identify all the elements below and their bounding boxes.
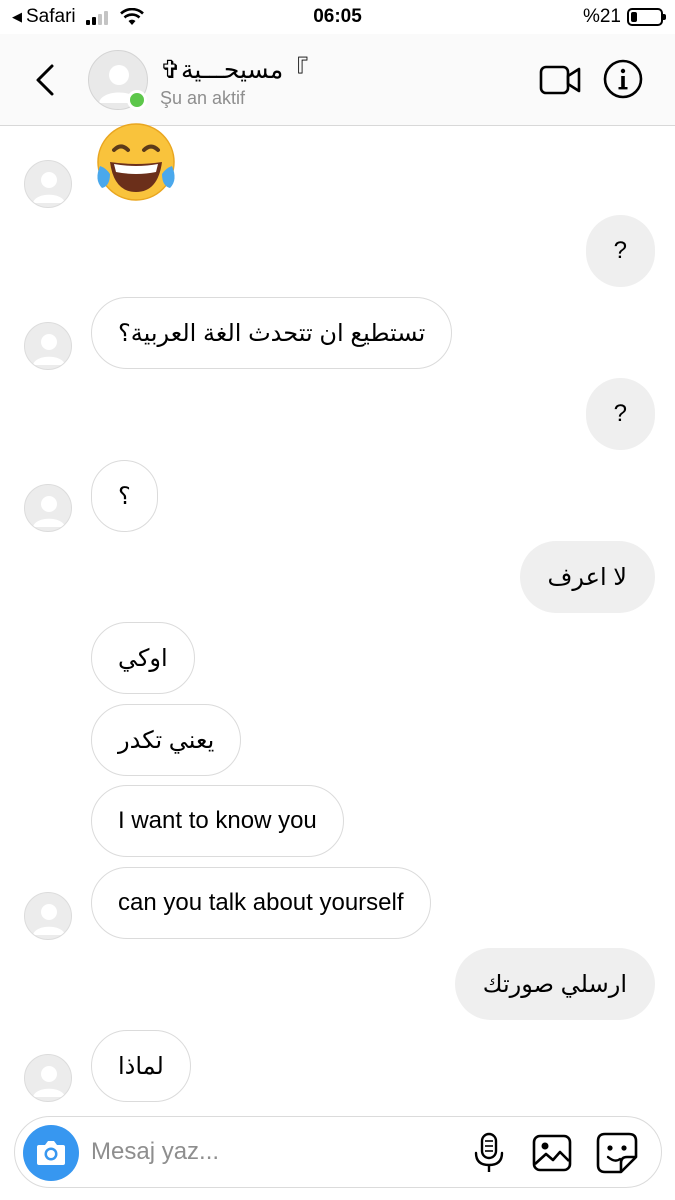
message-bubble-outgoing[interactable]: لا اعرف (519, 541, 655, 613)
contact-name[interactable]: ✞مسيحـــية『 (160, 50, 308, 86)
message-bubble-incoming[interactable]: اوكي (91, 622, 195, 694)
status-bar: ◀ Safari 06:05 %21 (0, 0, 675, 34)
avatar-placeholder-icon (33, 1066, 65, 1097)
message-text: لماذا (118, 1052, 164, 1080)
tears-of-joy-emoji[interactable] (92, 122, 180, 206)
info-icon[interactable] (602, 58, 644, 100)
message-text: I want to know you (118, 807, 317, 834)
message-text: تستطيع ان تتحدث الغة العربية؟ (118, 319, 426, 347)
message-bubble-incoming[interactable]: يعني تكدر (91, 704, 242, 776)
battery-icon (627, 8, 666, 26)
message-bubble-outgoing[interactable]: ارسلي صورتك (454, 948, 655, 1020)
message-bubble-outgoing[interactable]: ? (585, 215, 655, 287)
chevron-left-icon[interactable] (28, 58, 68, 102)
microphone-icon[interactable] (471, 1131, 507, 1175)
battery-status: %21 (582, 6, 666, 28)
message-text: ارسلي صورتك (482, 970, 627, 998)
battery-fill (631, 12, 637, 22)
message-input[interactable] (91, 1135, 431, 1169)
message-bubble-incoming[interactable]: لماذا (91, 1030, 191, 1102)
avatar-placeholder-icon (33, 334, 65, 365)
video-camera-icon[interactable] (538, 62, 582, 98)
sender-avatar[interactable] (24, 322, 72, 370)
battery-percent: %21 (582, 6, 621, 27)
message-bubble-incoming[interactable]: can you talk about yourself (91, 867, 431, 939)
avatar-placeholder-icon (33, 172, 65, 203)
message-bubble-incoming[interactable]: ؟ (91, 460, 158, 532)
camera-button[interactable] (23, 1125, 79, 1181)
sticker-icon[interactable] (595, 1131, 639, 1175)
clock: 06:05 (313, 6, 362, 27)
message-text: ؟ (118, 482, 131, 510)
avatar-placeholder-icon (33, 496, 65, 527)
active-status: Şu an aktif (160, 88, 246, 108)
message-bubble-incoming[interactable]: تستطيع ان تتحدث الغة العربية؟ (91, 297, 453, 369)
message-text: ? (613, 237, 627, 264)
sender-avatar[interactable] (24, 160, 72, 208)
message-text: ? (613, 400, 627, 427)
chat-header: ✞مسيحـــية『 Şu an aktif (0, 34, 675, 126)
message-text: can you talk about yourself (118, 889, 404, 916)
message-text: لا اعرف (547, 563, 627, 591)
sender-avatar[interactable] (24, 484, 72, 532)
message-bubble-incoming[interactable]: I want to know you (91, 785, 344, 857)
message-composer (14, 1116, 662, 1188)
message-text: يعني تكدر (118, 726, 215, 754)
gallery-icon[interactable] (531, 1133, 573, 1173)
message-bubble-outgoing[interactable]: ? (585, 378, 655, 450)
sender-avatar[interactable] (24, 1054, 72, 1102)
sender-avatar[interactable] (24, 892, 72, 940)
message-text: اوكي (118, 644, 168, 672)
camera-icon (37, 1141, 65, 1165)
avatar-placeholder-icon (33, 904, 65, 935)
online-indicator (127, 90, 147, 110)
